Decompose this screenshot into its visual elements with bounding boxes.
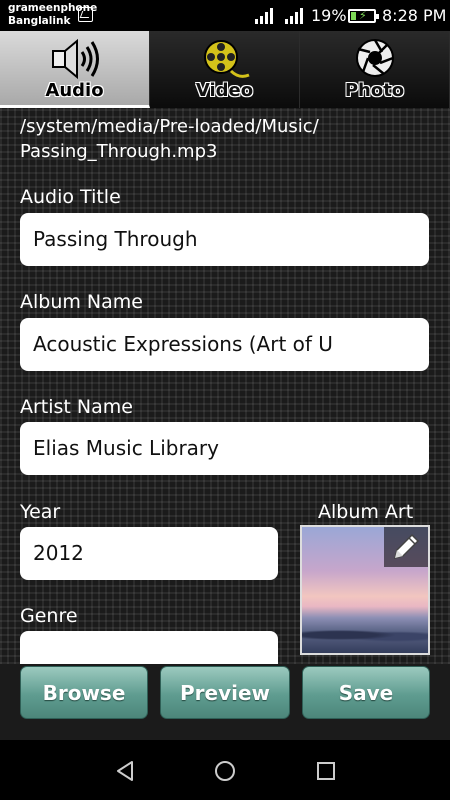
tab-video[interactable]: Video: [150, 31, 300, 108]
year-label: Year: [20, 501, 61, 523]
recent-apps-icon[interactable]: [314, 759, 338, 783]
album-art-image[interactable]: [300, 525, 430, 655]
genre-input[interactable]: [20, 631, 278, 664]
genre-label: Genre: [20, 605, 78, 627]
tab-photo-label: Photo: [344, 80, 405, 101]
save-button[interactable]: Save: [302, 666, 430, 719]
battery-percent: 19%: [311, 6, 347, 25]
signal-icon: [285, 8, 303, 24]
preview-button[interactable]: Preview: [160, 666, 290, 719]
speaker-icon: [51, 38, 99, 80]
album-art-label: Album Art: [318, 501, 414, 523]
tag-editor-form: /system/media/Pre-loaded/Music/ Passing_…: [0, 108, 450, 664]
action-bar: Browse Preview Save: [0, 664, 450, 740]
navigation-bar: [0, 740, 450, 800]
tab-audio[interactable]: Audio: [0, 31, 150, 108]
year-input[interactable]: 2012: [20, 527, 278, 580]
edit-album-art-button[interactable]: [384, 527, 428, 567]
signal-icon: [255, 8, 273, 24]
artist-name-label: Artist Name: [20, 396, 133, 418]
tab-audio-label: Audio: [45, 80, 104, 101]
file-path: /system/media/Pre-loaded/Music/ Passing_…: [20, 114, 440, 164]
pencil-icon: [393, 533, 420, 560]
album-name-label: Album Name: [20, 291, 143, 313]
camera-aperture-icon: [355, 39, 394, 77]
artist-name-input[interactable]: Elias Music Library: [20, 422, 429, 475]
tab-photo[interactable]: Photo: [300, 31, 450, 108]
clock: 8:28 PM: [382, 6, 447, 25]
media-type-tabs: Audio Video Photo: [0, 31, 450, 108]
film-reel-icon: [203, 40, 250, 78]
file-path-name: Passing_Through.mp3: [20, 141, 218, 162]
tab-video-label: Video: [195, 80, 254, 101]
album-name-input[interactable]: Acoustic Expressions (Art of U: [20, 318, 429, 371]
home-icon[interactable]: [213, 759, 237, 783]
browse-button[interactable]: Browse: [20, 666, 148, 719]
file-path-dir: /system/media/Pre-loaded/Music/: [20, 116, 319, 137]
battery-charging-icon: ⚡: [348, 9, 379, 23]
gallery-notification-icon: [78, 7, 93, 22]
status-bar: grameenphone Banglalink 19% ⚡ 8:28 PM: [0, 0, 450, 31]
audio-title-label: Audio Title: [20, 186, 121, 208]
back-icon[interactable]: [113, 759, 137, 783]
audio-title-input[interactable]: Passing Through: [20, 213, 429, 266]
